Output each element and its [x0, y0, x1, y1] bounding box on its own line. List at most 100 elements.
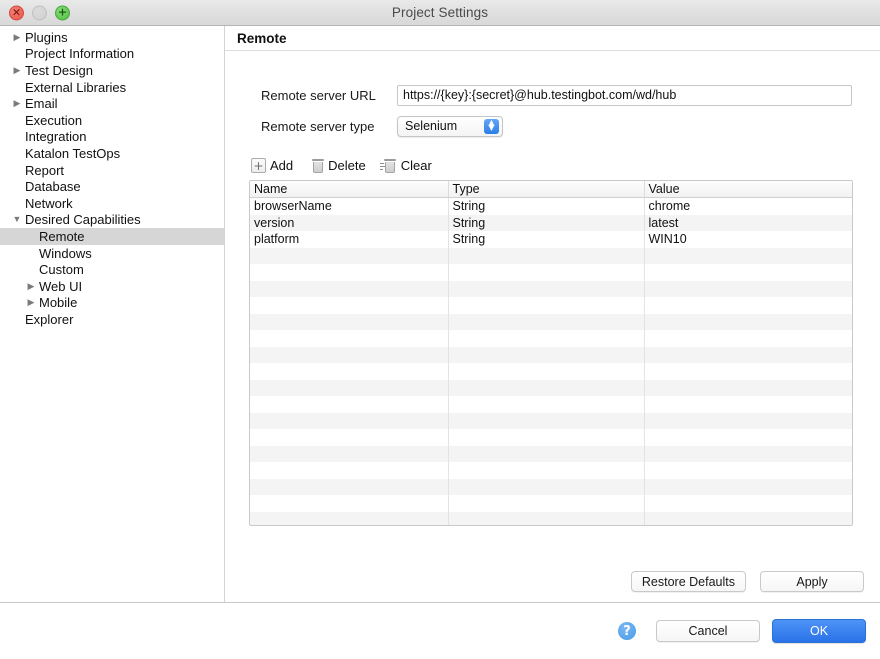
sidebar-item-report[interactable]: ▶Report: [0, 162, 224, 179]
cancel-button[interactable]: Cancel: [656, 620, 760, 642]
table-cell-empty[interactable]: [250, 313, 449, 330]
table-cell-empty[interactable]: [448, 247, 645, 264]
table-cell[interactable]: WIN10: [644, 231, 852, 248]
sidebar-item-desired-capabilities[interactable]: ▼ Desired Capabilities: [0, 212, 224, 229]
table-cell-empty[interactable]: [250, 511, 449, 525]
table-cell-empty[interactable]: [250, 429, 449, 446]
table-cell-empty[interactable]: [250, 462, 449, 479]
table-row[interactable]: version String latest: [250, 214, 852, 231]
server-url-input[interactable]: [397, 84, 852, 106]
table-cell-empty[interactable]: [448, 297, 645, 314]
table-cell-empty[interactable]: [644, 330, 852, 347]
table-cell-empty[interactable]: [250, 363, 449, 380]
table-row-empty[interactable]: [250, 247, 852, 264]
table-cell-empty[interactable]: [644, 346, 852, 363]
table-cell-empty[interactable]: [644, 396, 852, 413]
zoom-button[interactable]: +: [55, 5, 70, 20]
chevron-right-icon[interactable]: ▶: [10, 65, 24, 75]
table-row-empty[interactable]: [250, 445, 852, 462]
table-cell-empty[interactable]: [644, 264, 852, 281]
table-cell-empty[interactable]: [448, 330, 645, 347]
table-cell[interactable]: chrome: [644, 197, 852, 215]
table-row-empty[interactable]: [250, 462, 852, 479]
table-row-empty[interactable]: [250, 363, 852, 380]
table-cell-empty[interactable]: [448, 495, 645, 512]
table-cell-empty[interactable]: [448, 264, 645, 281]
table-row-empty[interactable]: [250, 396, 852, 413]
table-row-empty[interactable]: [250, 478, 852, 495]
table-row-empty[interactable]: [250, 297, 852, 314]
table-cell-empty[interactable]: [448, 511, 645, 525]
table-cell-empty[interactable]: [250, 346, 449, 363]
apply-button[interactable]: Apply: [760, 571, 864, 592]
table-cell-empty[interactable]: [644, 313, 852, 330]
sidebar-item-database[interactable]: ▶Database: [0, 178, 224, 195]
table-cell-empty[interactable]: [250, 445, 449, 462]
sidebar-item-explorer[interactable]: ▶Explorer: [0, 311, 224, 328]
table-cell-empty[interactable]: [644, 445, 852, 462]
table-cell-empty[interactable]: [448, 462, 645, 479]
table-row-empty[interactable]: [250, 379, 852, 396]
chevron-right-icon[interactable]: ▶: [24, 281, 38, 291]
table-row-empty[interactable]: [250, 264, 852, 281]
table-row-empty[interactable]: [250, 429, 852, 446]
table-cell-empty[interactable]: [448, 429, 645, 446]
table-cell-empty[interactable]: [644, 247, 852, 264]
table-cell-empty[interactable]: [250, 412, 449, 429]
table-cell[interactable]: String: [448, 197, 645, 215]
table-cell[interactable]: platform: [250, 231, 449, 248]
column-header[interactable]: Type: [448, 181, 645, 198]
table-row-empty[interactable]: [250, 412, 852, 429]
table-cell-empty[interactable]: [644, 462, 852, 479]
sidebar-item-web-ui[interactable]: ▶ Web UI: [0, 278, 224, 295]
sidebar-item-integration[interactable]: ▶Integration: [0, 129, 224, 146]
table-cell-empty[interactable]: [448, 396, 645, 413]
table-cell-empty[interactable]: [448, 280, 645, 297]
table-cell-empty[interactable]: [250, 247, 449, 264]
sidebar-item-email[interactable]: ▶ Email: [0, 95, 224, 112]
sidebar-item-external-libraries[interactable]: ▶External Libraries: [0, 79, 224, 96]
table-cell-empty[interactable]: [250, 297, 449, 314]
table-cell-empty[interactable]: [448, 412, 645, 429]
chevron-right-icon[interactable]: ▶: [10, 99, 24, 108]
sidebar-item-network[interactable]: ▶Network: [0, 195, 224, 212]
capabilities-table[interactable]: Name Type Value browserName String chrome ver…: [249, 180, 853, 526]
table-cell-empty[interactable]: [250, 379, 449, 396]
server-type-select[interactable]: Selenium ▲ ▼: [397, 115, 503, 137]
table-cell-empty[interactable]: [644, 412, 852, 429]
table-row[interactable]: browserName String chrome: [250, 197, 852, 215]
table-cell-empty[interactable]: [644, 478, 852, 495]
settings-tree[interactable]: ▶Plugins▶Project Information▶Test Design…: [0, 26, 225, 602]
table-row-empty[interactable]: [250, 313, 852, 330]
table-row-empty[interactable]: [250, 511, 852, 525]
table-cell-empty[interactable]: [448, 313, 645, 330]
table-row-empty[interactable]: [250, 495, 852, 512]
table-cell-empty[interactable]: [644, 511, 852, 525]
table-cell[interactable]: version: [250, 214, 449, 231]
sidebar-item-mobile[interactable]: ▶ Mobile: [0, 295, 224, 312]
delete-capability-button[interactable]: Delete: [309, 157, 368, 174]
chevron-right-icon[interactable]: ▶: [24, 298, 38, 307]
close-button[interactable]: ×: [9, 5, 24, 20]
minimize-button[interactable]: [32, 5, 47, 20]
table-cell-empty[interactable]: [644, 379, 852, 396]
table-cell-empty[interactable]: [250, 396, 449, 413]
table-cell[interactable]: String: [448, 214, 645, 231]
sidebar-item-execution[interactable]: ▶Execution: [0, 112, 224, 129]
table-cell-empty[interactable]: [644, 280, 852, 297]
table-row-empty[interactable]: [250, 330, 852, 347]
column-header[interactable]: Name: [250, 181, 449, 198]
table-cell-empty[interactable]: [448, 379, 645, 396]
restore-defaults-button[interactable]: Restore Defaults: [630, 571, 746, 592]
clear-capabilities-button[interactable]: Clear: [379, 157, 434, 174]
table-row[interactable]: platform String WIN10: [250, 231, 852, 248]
table-row-empty[interactable]: [250, 280, 852, 297]
table-cell[interactable]: latest: [644, 214, 852, 231]
chevron-down-icon[interactable]: ▼: [10, 215, 24, 224]
table-row-empty[interactable]: [250, 346, 852, 363]
sidebar-item-project-information[interactable]: ▶Project Information: [0, 46, 224, 63]
question-mark-icon[interactable]: ?: [618, 622, 636, 640]
ok-button[interactable]: OK: [772, 619, 866, 643]
column-header[interactable]: Value: [644, 181, 852, 198]
table-cell-empty[interactable]: [644, 495, 852, 512]
